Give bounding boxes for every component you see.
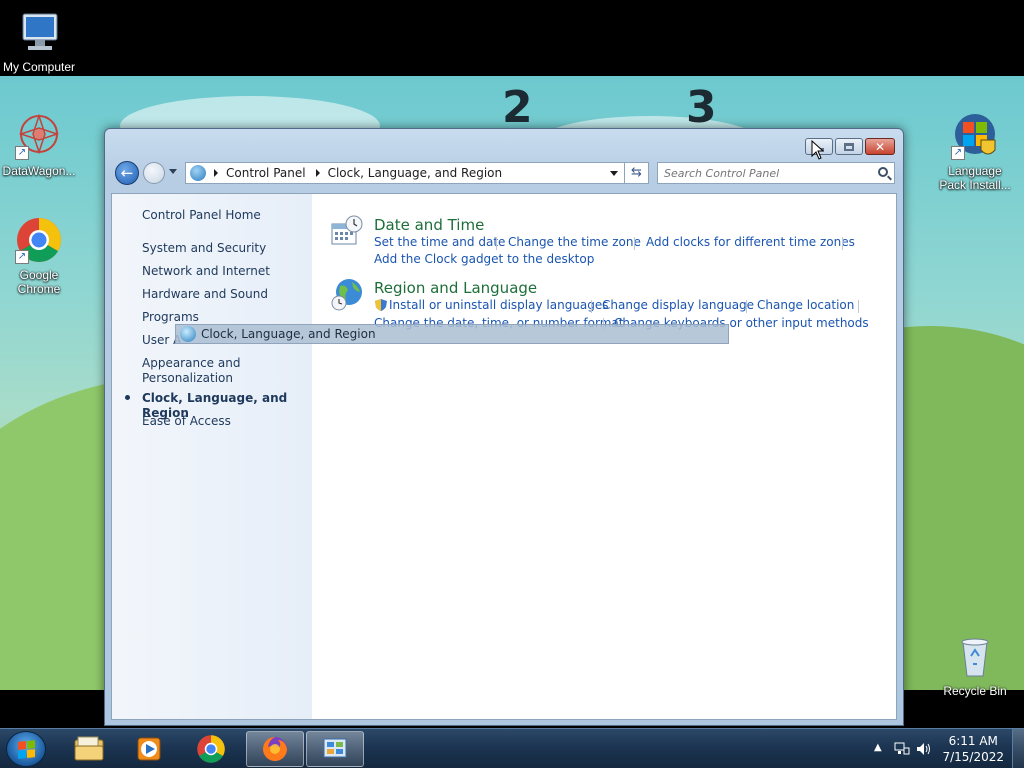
search-box[interactable] (657, 162, 895, 184)
back-button[interactable]: ← (115, 161, 139, 185)
link-separator (746, 300, 747, 313)
volume-icon[interactable] (916, 742, 932, 759)
content-area: Control Panel Home System and Security N… (111, 193, 897, 720)
refresh-button[interactable]: ⇆ (625, 162, 649, 184)
search-input[interactable] (658, 163, 868, 183)
link-separator (591, 300, 592, 313)
taskbar: ▲ 6:11 AM 7/15/2022 (0, 728, 1024, 768)
taskbar-clock[interactable]: 6:11 AM 7/15/2022 (942, 733, 1004, 765)
sidebar-item-system-security[interactable]: System and Security (142, 241, 266, 256)
current-item-bullet (125, 395, 130, 400)
wallpaper-digit: 2 (502, 82, 533, 133)
back-arrow-icon: ← (120, 164, 134, 182)
shortcut-arrow-icon: ↗ (15, 146, 29, 160)
sidebar-item-personalization[interactable]: Personalization (142, 371, 233, 386)
link-install-display-languages[interactable]: Install or uninstall display languages (389, 298, 609, 312)
control-panel-icon (323, 738, 347, 758)
globe-clock-icon[interactable] (330, 278, 364, 312)
breadcrumb-clock-language-region[interactable]: Clock, Language, and Region (328, 166, 503, 180)
taskbar-control-panel[interactable] (306, 731, 364, 767)
wallpaper-digit: 3 (686, 82, 717, 133)
firefox-icon (263, 737, 287, 761)
start-button[interactable] (6, 731, 46, 767)
shortcut-arrow-icon: ↗ (951, 146, 965, 160)
link-separator (858, 300, 859, 313)
media-player-icon (137, 737, 161, 761)
taskbar-chrome[interactable] (182, 731, 240, 767)
desktop-icon-my-computer[interactable]: My Computer (0, 8, 78, 74)
desktop-icon-label: DataWagon... (2, 164, 76, 178)
network-icon[interactable] (894, 742, 910, 759)
desktop-icon-datawagon[interactable]: ↗ DataWagon... (0, 112, 78, 178)
mouse-cursor-icon (811, 139, 825, 163)
windows-shield-icon: ↗ (951, 112, 999, 160)
recent-pages-dropdown[interactable] (169, 169, 177, 174)
desktop-icon-label: Recycle Bin (943, 684, 1007, 698)
system-tray: ▲ 6:11 AM 7/15/2022 (864, 729, 1024, 768)
category-title-date-time[interactable]: Date and Time (374, 216, 484, 234)
link-change-location[interactable]: Change location (757, 298, 854, 312)
link-add-clocks[interactable]: Add clocks for different time zones (646, 235, 855, 249)
close-icon: ✕ (874, 139, 886, 154)
clock-calendar-icon[interactable] (330, 214, 364, 248)
taskbar-firefox[interactable] (246, 731, 304, 767)
sidebar-item-ease-of-access[interactable]: Ease of Access (142, 414, 231, 429)
clock-date: 7/15/2022 (942, 750, 1004, 764)
sidebar-item-home[interactable]: Control Panel Home (142, 208, 261, 223)
search-icon[interactable] (878, 167, 888, 177)
desktop-icon-label: Language Pack Install... (939, 164, 1011, 192)
desktop-icon-label: My Computer (2, 60, 76, 74)
maximize-button[interactable] (835, 138, 863, 155)
link-separator (496, 237, 497, 250)
taskbar-media-player[interactable] (120, 731, 178, 767)
main-panel: Date and Time Set the time and date Chan… (312, 194, 896, 719)
link-separator (842, 237, 843, 250)
close-button[interactable]: ✕ (865, 138, 895, 155)
sidebar-item-appearance[interactable]: Appearance and (142, 356, 240, 371)
link-change-time-zone[interactable]: Change the time zone (508, 235, 641, 249)
sidebar: Control Panel Home System and Security N… (112, 194, 312, 719)
windows-logo-icon (17, 739, 35, 759)
sidebar-item-programs[interactable]: Programs (142, 310, 199, 325)
computer-icon (15, 8, 63, 56)
address-dropdown-icon[interactable] (610, 171, 618, 176)
navigation-bar: ← Control Panel Clock, Language, and Reg… (113, 159, 895, 187)
chrome-icon (197, 735, 225, 763)
control-panel-icon (190, 165, 206, 181)
breadcrumb-arrow-icon[interactable] (214, 169, 218, 177)
breadcrumb-arrow-icon[interactable] (315, 169, 320, 177)
drag-ghost: Clock, Language, and Region (175, 324, 729, 344)
refresh-icon: ⇆ (631, 165, 642, 180)
control-panel-window: ✕ ← Control Panel Clock, Language, and R… (104, 128, 904, 726)
taskbar-windows-explorer[interactable] (60, 731, 118, 767)
globe-icon (180, 326, 196, 342)
link-set-time-date[interactable]: Set the time and date (374, 235, 505, 249)
category-title-region-language[interactable]: Region and Language (374, 279, 537, 297)
show-desktop-button[interactable] (1012, 729, 1024, 768)
desktop-icon-label: Google Chrome (17, 268, 61, 296)
uac-shield-icon (374, 298, 388, 312)
desktop-icon-recycle-bin[interactable]: Recycle Bin (936, 632, 1014, 698)
drag-ghost-label: Clock, Language, and Region (201, 327, 376, 341)
recycle-bin-icon (951, 632, 999, 680)
forward-button[interactable] (143, 162, 165, 184)
address-bar[interactable]: Control Panel Clock, Language, and Regio… (185, 162, 625, 184)
sidebar-item-network-internet[interactable]: Network and Internet (142, 264, 270, 279)
clock-time: 6:11 AM (948, 734, 998, 748)
link-separator (634, 237, 635, 250)
link-add-clock-gadget[interactable]: Add the Clock gadget to the desktop (374, 252, 594, 266)
desktop-icon-language-pack[interactable]: ↗ Language Pack Install... (936, 112, 1014, 192)
sidebar-item-hardware-sound[interactable]: Hardware and Sound (142, 287, 268, 302)
datawagon-icon: ↗ (15, 112, 63, 160)
desktop-icon-chrome[interactable]: ↗ Google Chrome (0, 216, 78, 296)
chrome-icon: ↗ (15, 216, 63, 264)
windows-explorer-icon (74, 736, 104, 761)
show-hidden-icons-button[interactable]: ▲ (874, 742, 882, 753)
shortcut-arrow-icon: ↗ (15, 250, 29, 264)
maximize-icon (844, 142, 854, 151)
breadcrumb-control-panel[interactable]: Control Panel (226, 166, 306, 180)
link-change-display-language[interactable]: Change display language (602, 298, 754, 312)
